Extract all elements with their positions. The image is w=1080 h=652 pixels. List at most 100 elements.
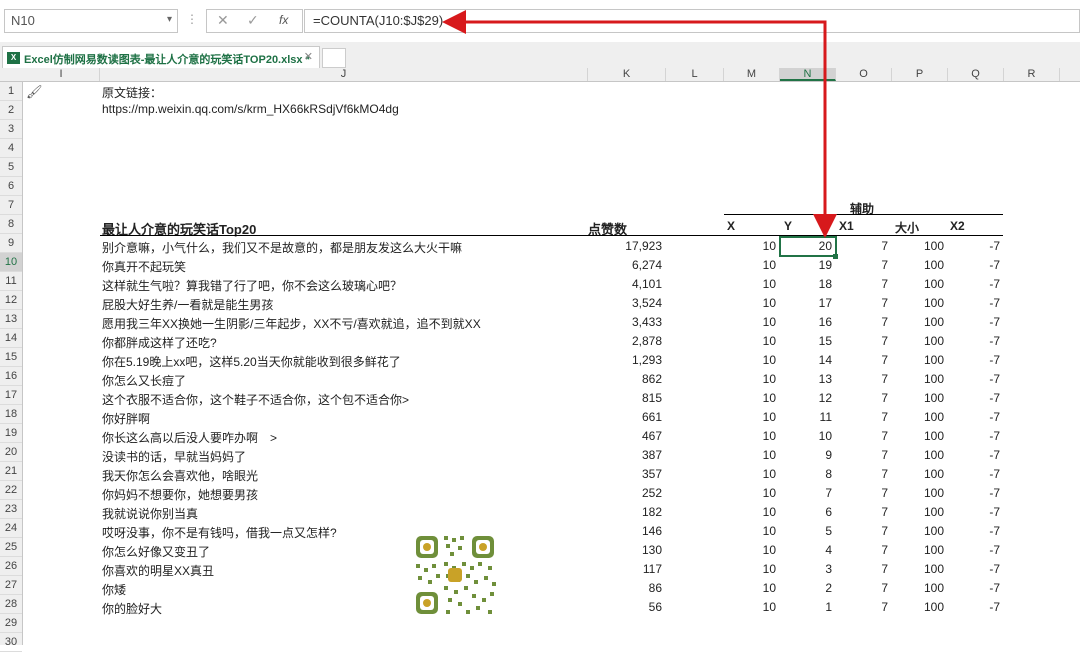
cell-x[interactable]: 10	[724, 258, 776, 272]
cell-x[interactable]: 10	[724, 486, 776, 500]
cell-likes[interactable]: 357	[588, 467, 662, 481]
close-icon[interactable]: ✕	[304, 50, 313, 63]
row-header-26[interactable]: 26	[0, 557, 22, 576]
cell-x1[interactable]: 7	[836, 486, 888, 500]
cell-text[interactable]: 我天你怎么会喜欢他，啥眼光	[102, 467, 582, 484]
row-header-15[interactable]: 15	[0, 348, 22, 367]
cell-x2[interactable]: -7	[948, 505, 1000, 519]
row-header-4[interactable]: 4	[0, 139, 22, 158]
cell-x2[interactable]: -7	[948, 467, 1000, 481]
row-header-22[interactable]: 22	[0, 481, 22, 500]
cell-x[interactable]: 10	[724, 600, 776, 614]
cell-size[interactable]: 100	[892, 467, 944, 481]
row-header-9[interactable]: 9	[0, 234, 22, 253]
cell-x2[interactable]: -7	[948, 334, 1000, 348]
row-header-12[interactable]: 12	[0, 291, 22, 310]
row-header-27[interactable]: 27	[0, 576, 22, 595]
row-header-16[interactable]: 16	[0, 367, 22, 386]
cell-x[interactable]: 10	[724, 505, 776, 519]
cell-likes[interactable]: 661	[588, 410, 662, 424]
column-header-l[interactable]: L	[666, 68, 724, 81]
row-header-2[interactable]: 2	[0, 101, 22, 120]
cell-text[interactable]: 别介意嘛，小气什么，我们又不是故意的，都是朋友发这么大火干嘛	[102, 239, 582, 256]
cell-text[interactable]: 愿用我三年XX换她一生阴影/三年起步，XX不亏/喜欢就追，追不到就XX	[102, 315, 582, 332]
format-painter-icon[interactable]: 🖌	[26, 84, 43, 100]
cell-x1[interactable]: 7	[836, 429, 888, 443]
cell-text[interactable]: 你真开不起玩笑	[102, 258, 582, 275]
cell-x[interactable]: 10	[724, 448, 776, 462]
cell-x2[interactable]: -7	[948, 258, 1000, 272]
row-header-10[interactable]: 10	[0, 253, 22, 272]
cell-x2[interactable]: -7	[948, 353, 1000, 367]
insert-function-icon[interactable]: fx	[279, 13, 288, 27]
cell-y[interactable]: 12	[780, 391, 832, 405]
cell-text[interactable]: 这个衣服不适合你，这个鞋子不适合你，这个包不适合你>	[102, 391, 582, 408]
column-header-i[interactable]: I	[23, 68, 100, 81]
cell-text[interactable]: 你妈妈不想要你，她想要男孩	[102, 486, 582, 503]
cell-x1[interactable]: 7	[836, 448, 888, 462]
cell-size[interactable]: 100	[892, 543, 944, 557]
cell-x1[interactable]: 7	[836, 391, 888, 405]
cell-y[interactable]: 6	[780, 505, 832, 519]
cell-x2[interactable]: -7	[948, 429, 1000, 443]
cell-x1[interactable]: 7	[836, 467, 888, 481]
column-header-j[interactable]: J	[100, 68, 588, 81]
cell-likes[interactable]: 1,293	[588, 353, 662, 367]
cell-x[interactable]: 10	[724, 562, 776, 576]
row-header-23[interactable]: 23	[0, 500, 22, 519]
cell-x[interactable]: 10	[724, 315, 776, 329]
cell-x2[interactable]: -7	[948, 448, 1000, 462]
row-header-11[interactable]: 11	[0, 272, 22, 291]
cell-text[interactable]: 没读书的话，早就当妈妈了	[102, 448, 582, 465]
cell-y[interactable]: 5	[780, 524, 832, 538]
drag-handle-icon[interactable]: ⋮	[186, 12, 198, 26]
chevron-down-icon[interactable]: ▾	[167, 14, 172, 25]
cell-text[interactable]: 你喜欢的明星XX真丑	[102, 562, 582, 579]
cell-size[interactable]: 100	[892, 334, 944, 348]
row-header-5[interactable]: 5	[0, 158, 22, 177]
cell-x2[interactable]: -7	[948, 296, 1000, 310]
cell-size[interactable]: 100	[892, 391, 944, 405]
cell-y[interactable]: 19	[780, 258, 832, 272]
cell-x2[interactable]: -7	[948, 277, 1000, 291]
cell-x1[interactable]: 7	[836, 562, 888, 576]
source-url[interactable]: https://mp.weixin.qq.com/s/krm_HX66kRSdj…	[102, 102, 399, 116]
cell-text[interactable]: 你在5.19晚上xx吧，这样5.20当天你就能收到很多鲜花了	[102, 353, 582, 370]
cell-x1[interactable]: 7	[836, 315, 888, 329]
cell-text[interactable]: 你长这么高以后没人要咋办啊 >	[102, 429, 582, 446]
cell-x2[interactable]: -7	[948, 562, 1000, 576]
row-header-7[interactable]: 7	[0, 196, 22, 215]
cell-likes[interactable]: 130	[588, 543, 662, 557]
new-tab-button[interactable]	[322, 48, 346, 68]
cell-x1[interactable]: 7	[836, 410, 888, 424]
cell-size[interactable]: 100	[892, 562, 944, 576]
cell-x1[interactable]: 7	[836, 353, 888, 367]
cell-likes[interactable]: 387	[588, 448, 662, 462]
row-header-30[interactable]: 30	[0, 633, 22, 652]
cell-x2[interactable]: -7	[948, 486, 1000, 500]
cell-y[interactable]: 16	[780, 315, 832, 329]
cell-x[interactable]: 10	[724, 467, 776, 481]
column-header-n[interactable]: N	[780, 68, 836, 81]
cell-y[interactable]: 10	[780, 429, 832, 443]
cell-x2[interactable]: -7	[948, 410, 1000, 424]
cell-y[interactable]: 9	[780, 448, 832, 462]
row-header-14[interactable]: 14	[0, 329, 22, 348]
row-header-20[interactable]: 20	[0, 443, 22, 462]
row-header-28[interactable]: 28	[0, 595, 22, 614]
cell-text[interactable]: 你怎么好像又变丑了	[102, 543, 582, 560]
row-header-17[interactable]: 17	[0, 386, 22, 405]
cell-x1[interactable]: 7	[836, 258, 888, 272]
row-header-25[interactable]: 25	[0, 538, 22, 557]
cell-x1[interactable]: 7	[836, 543, 888, 557]
cell-x1[interactable]: 7	[836, 600, 888, 614]
cell-size[interactable]: 100	[892, 581, 944, 595]
cell-x[interactable]: 10	[724, 429, 776, 443]
cell-y[interactable]: 13	[780, 372, 832, 386]
cell-x1[interactable]: 7	[836, 505, 888, 519]
cell-text[interactable]: 你矮	[102, 581, 582, 598]
cell-x[interactable]: 10	[724, 296, 776, 310]
cell-likes[interactable]: 467	[588, 429, 662, 443]
cell-y[interactable]: 7	[780, 486, 832, 500]
row-header-18[interactable]: 18	[0, 405, 22, 424]
